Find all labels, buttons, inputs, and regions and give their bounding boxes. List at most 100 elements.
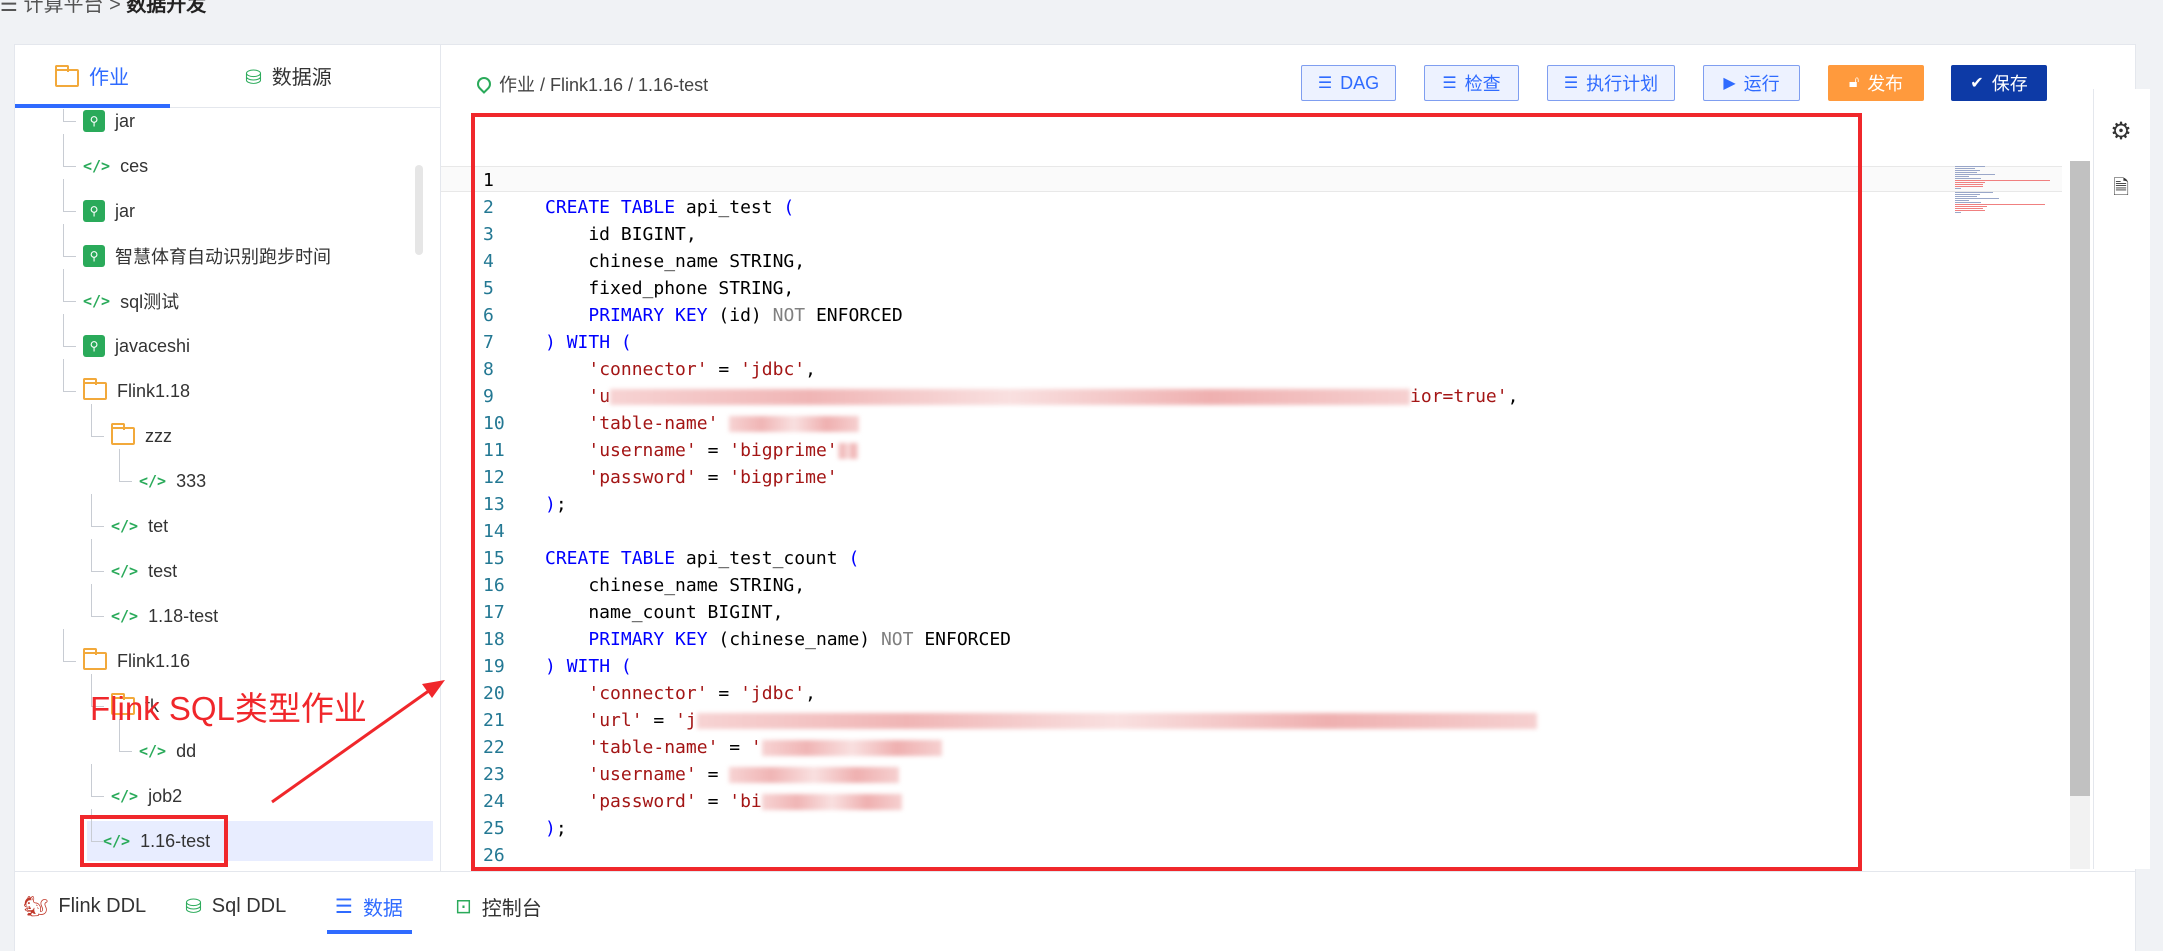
minimap-line bbox=[1955, 206, 1987, 207]
jar-icon: ⚲ bbox=[83, 200, 105, 222]
code-icon: </> bbox=[111, 562, 139, 580]
minimap-line bbox=[1955, 180, 2050, 181]
minimap-line bbox=[1955, 212, 1961, 213]
minimap-line bbox=[1955, 210, 1985, 211]
tree-item-label: Flink1.16 bbox=[117, 650, 191, 671]
tree-item[interactable]: </> 333 bbox=[139, 461, 206, 501]
folder-icon bbox=[111, 423, 135, 445]
minimap-line bbox=[1955, 188, 1961, 189]
tree-guide-line bbox=[91, 539, 104, 572]
tree-item[interactable]: </> dd bbox=[139, 731, 196, 771]
database-icon: ⛁ bbox=[245, 67, 262, 89]
tree-guide-line bbox=[91, 764, 104, 797]
jar-icon: ⚲ bbox=[83, 110, 105, 132]
tab-datasource-label: 数据源 bbox=[271, 67, 332, 89]
tree-item[interactable]: </> job2 bbox=[111, 776, 182, 816]
minimap-line bbox=[1955, 170, 1980, 171]
file-settings-icon[interactable]: 🗎 bbox=[2108, 175, 2134, 201]
minimap-line bbox=[1955, 208, 1983, 209]
check-button[interactable]: ☰ 检查 bbox=[1424, 65, 1519, 101]
tree-guide-line bbox=[63, 269, 76, 302]
tree-item[interactable]: </> tet bbox=[111, 506, 168, 546]
publish-label: 发布 bbox=[1867, 74, 1904, 94]
code-icon: </> bbox=[83, 292, 111, 310]
tab-jobs-label: 作业 bbox=[89, 67, 129, 89]
bottom-tab-indicator bbox=[327, 930, 412, 934]
tab-sql-ddl[interactable]: ⛁ Sql DDL bbox=[185, 888, 286, 924]
minimap-line bbox=[1955, 186, 1983, 187]
minimap-line bbox=[1955, 192, 1993, 193]
tree-scrollbar[interactable] bbox=[415, 165, 423, 255]
tree-item-label: sql测试 bbox=[120, 292, 180, 312]
jar-icon: ⚲ bbox=[83, 245, 105, 267]
database-icon: ⛁ bbox=[185, 895, 202, 918]
tree-guide-line bbox=[63, 179, 76, 212]
selected-job-highlight-box bbox=[80, 815, 228, 867]
minimap-line bbox=[1955, 182, 1985, 183]
tab-console[interactable]: ⊡ 控制台 bbox=[455, 888, 542, 924]
tab-jobs[interactable]: 作业 bbox=[55, 45, 129, 105]
tree-guide-line bbox=[63, 359, 76, 392]
tree-item[interactable]: </> ces bbox=[83, 146, 148, 186]
code-icon: </> bbox=[111, 517, 139, 535]
tree-item-label: jar bbox=[115, 110, 136, 131]
job-path: 作业 / Flink1.16 / 1.16-test bbox=[499, 75, 709, 95]
tree-guide-line bbox=[119, 449, 132, 482]
tree-item[interactable]: </> 1.18-test bbox=[111, 596, 218, 636]
code-icon: </> bbox=[139, 472, 167, 490]
breadcrumb-current: 数据开发 bbox=[126, 0, 207, 16]
job-tree-panel: 作业 ⛁ 数据源 ⚲ jar </> ces ⚲ jar ⚲ 智慧体育自动识别跑步时间 </> s… bbox=[15, 45, 441, 871]
tree-item-label: 333 bbox=[176, 470, 207, 491]
bottom-tabs: 🐿︎ Flink DDL ⛁ Sql DDL ☰ 数据 ⊡ 控制台 bbox=[15, 871, 2135, 951]
publish-button[interactable]: 🔓︎ 发布 bbox=[1828, 65, 1924, 101]
gear-icon[interactable]: ⚙ bbox=[2108, 119, 2134, 145]
breadcrumb-separator: > bbox=[109, 0, 121, 16]
tree-item-label: tet bbox=[148, 515, 169, 536]
minimap-line bbox=[1955, 198, 1999, 199]
tree-guide-line bbox=[63, 109, 76, 122]
tree-item[interactable]: ⚲ javaceshi bbox=[83, 326, 190, 366]
tab-active-indicator bbox=[15, 104, 170, 108]
tree-item-label: javaceshi bbox=[115, 335, 191, 356]
squirrel-icon: 🐿︎ bbox=[23, 895, 49, 918]
tab-flink-ddl[interactable]: 🐿︎ Flink DDL bbox=[23, 888, 146, 924]
right-toolbar: ⚙ 🗎 bbox=[2093, 89, 2150, 869]
minimap-line bbox=[1955, 176, 1969, 177]
tree-guide-line bbox=[91, 584, 104, 617]
minimap-line bbox=[1955, 174, 1995, 175]
code-icon: </> bbox=[111, 607, 139, 625]
page-breadcrumb: ☰ 计算平台 > 数据开发 bbox=[0, 0, 206, 16]
minimap-line bbox=[1955, 202, 1981, 203]
save-label: 保存 bbox=[1991, 74, 2028, 94]
plan-label: 执行计划 bbox=[1586, 74, 1659, 94]
tree-guide-line bbox=[91, 494, 104, 527]
list-icon: ☰ bbox=[1442, 75, 1457, 92]
tree-item[interactable]: </> sql测试 bbox=[83, 281, 179, 321]
code-minimap[interactable] bbox=[1955, 163, 2055, 243]
execution-plan-button[interactable]: ☰ 执行计划 bbox=[1547, 65, 1675, 101]
tree-guide-line bbox=[63, 629, 76, 662]
minimap-line bbox=[1955, 178, 1981, 179]
check-circle-icon: ✔ bbox=[1970, 75, 1984, 92]
run-button[interactable]: ▶ 运行 bbox=[1703, 65, 1800, 101]
check-label: 检查 bbox=[1464, 74, 1501, 94]
tree-item-label: jar bbox=[115, 200, 136, 221]
tree-item[interactable]: ⚲ 智慧体育自动识别跑步时间 bbox=[83, 236, 331, 276]
tab-data[interactable]: ☰ 数据 bbox=[335, 888, 403, 924]
job-tree: ⚲ jar </> ces ⚲ jar ⚲ 智慧体育自动识别跑步时间 </> sql测试 ⚲ java… bbox=[15, 109, 440, 871]
tree-item[interactable]: ⚲ jar bbox=[83, 109, 135, 141]
code-icon: </> bbox=[111, 787, 139, 805]
tab-data-label: 数据 bbox=[362, 897, 403, 920]
dag-label: DAG bbox=[1340, 72, 1380, 93]
minimap-line bbox=[1955, 196, 1977, 197]
dag-button[interactable]: ☰ DAG bbox=[1301, 65, 1396, 101]
tab-datasource[interactable]: ⛁ 数据源 bbox=[245, 45, 332, 105]
tree-guide-line bbox=[63, 224, 76, 257]
list-icon: ☰ bbox=[1563, 75, 1579, 92]
editor-scrollbar[interactable] bbox=[2070, 161, 2090, 796]
save-button[interactable]: ✔ 保存 bbox=[1951, 65, 2047, 101]
breadcrumb-parent[interactable]: 计算平台 bbox=[24, 0, 104, 16]
tree-item[interactable]: </> test bbox=[111, 551, 177, 591]
tree-item[interactable]: ⚲ jar bbox=[83, 191, 135, 231]
tree-item-label: 1.18-test bbox=[148, 605, 219, 626]
